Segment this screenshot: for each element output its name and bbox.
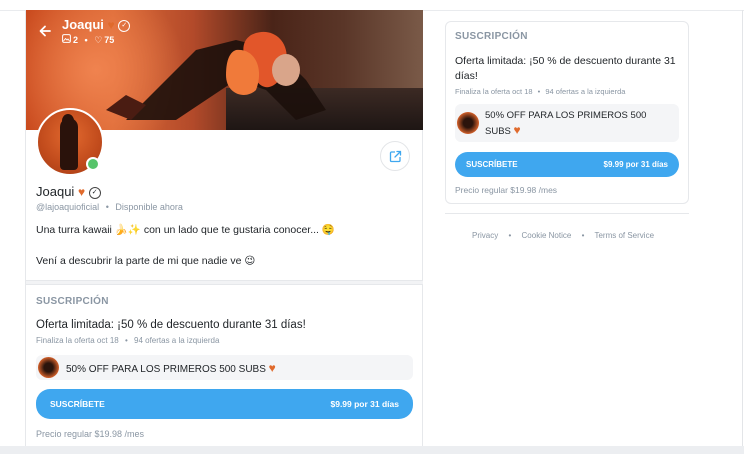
promo-text-line-2: SUBS [485,125,511,137]
share-button[interactable] [380,141,410,171]
offers-remaining: 94 ofertas a la izquierda [134,336,220,345]
offer-end-date: Finaliza la oferta oct 18 [455,87,533,96]
arrow-left-icon [39,25,51,37]
offer-text-line-2: días! [455,70,478,82]
online-indicator [86,157,100,171]
section-divider [26,280,423,285]
availability-status: Disponible ahora [115,202,183,212]
image-icon [62,34,71,45]
offer-meta: Finaliza la oferta oct 18 • 94 ofertas a… [455,87,626,96]
offer-text-line-1: Oferta limitada: ¡50 % de descuento dura… [455,55,676,67]
subscription-title: SUSCRIPCIÓN [36,296,109,307]
promo-text: 50% OFF PARA LOS PRIMEROS 500 SUBS [66,363,266,375]
offer-text: Oferta limitada: ¡50 % de descuento dura… [36,319,306,331]
subscription-title: SUSCRIPCIÓN [455,31,528,42]
promo-banner: 50% OFF PARA LOS PRIMEROS 500 SUBS ♥ [36,355,413,380]
subscribe-button[interactable]: SUSCRÍBETE $9.99 por 31 días [455,152,679,177]
bio-line-1: Una turra kawaii 🍌✨ con un lado que te g… [36,224,335,236]
heart-icon: ♥ [77,185,86,199]
privacy-link[interactable]: Privacy [472,231,498,240]
bio-line-2: Vení a descubrir la parte de mi que nadi… [36,255,256,267]
terms-of-service-link[interactable]: Terms of Service [594,231,654,240]
cover-name: Joaqui ♥ ✓ [62,17,131,32]
subscribe-button-label: SUSCRÍBETE [466,160,518,169]
verified-badge-icon: ✓ [88,186,101,199]
heart-icon: ♥ [513,122,521,137]
verified-badge-icon: ✓ [118,19,131,32]
cookie-notice-link[interactable]: Cookie Notice [522,231,572,240]
promo-thumbnail [38,357,59,378]
regular-price: Precio regular $19.98 /mes [455,185,558,195]
share-icon [389,150,401,162]
profile-handle: @lajoaquioficial [36,202,100,212]
offers-remaining: 94 ofertas a la izquierda [545,87,626,96]
footer-links: Privacy • Cookie Notice • Terms of Servi… [472,231,655,240]
cover-name-text: Joaqui [62,17,104,32]
promo-banner: 50% OFF PARA LOS PRIMEROS 500 SUBS ♥ [455,104,679,142]
right-divider [445,213,689,214]
subscription-card: SUSCRIPCIÓN Oferta limitada: ¡50 % de de… [445,21,689,204]
likes-count: 75 [104,35,115,45]
subscribe-button[interactable]: SUSCRÍBETE $9.99 por 31 días [36,389,413,419]
profile-column: Joaqui ♥ ✓ 2 • ♡ 75 Joaqui ♥ ✓ @lajoaqui… [25,10,423,448]
back-button[interactable] [38,24,56,40]
bottom-background [0,446,744,454]
profile-meta: @lajoaquioficial • Disponible ahora [36,202,183,212]
subscribe-button-label: SUSCRÍBETE [50,399,105,409]
subscribe-button-price: $9.99 por 31 días [330,399,399,409]
promo-text-line-1: 50% OFF PARA LOS PRIMEROS 500 [485,109,647,121]
profile-name: Joaqui ♥ ✓ [36,184,101,199]
offer-end-date: Finaliza la oferta oct 18 [36,336,119,345]
page-edge [742,10,743,446]
subscribe-button-price: $9.99 por 31 días [603,160,668,169]
media-count: 2 [73,35,79,45]
regular-price: Precio regular $19.98 /mes [36,429,145,439]
offer-meta: Finaliza la oferta oct 18 • 94 ofertas a… [36,336,220,345]
profile-name-text: Joaqui [36,184,75,199]
heart-outline-icon: ♡ [94,35,103,45]
heart-icon: ♥ [107,18,115,32]
cover-stats: 2 • ♡ 75 [62,34,114,46]
promo-thumbnail [457,112,479,134]
heart-icon: ♥ [268,360,276,375]
offer-text: Oferta limitada: ¡50 % de descuento dura… [455,54,676,84]
